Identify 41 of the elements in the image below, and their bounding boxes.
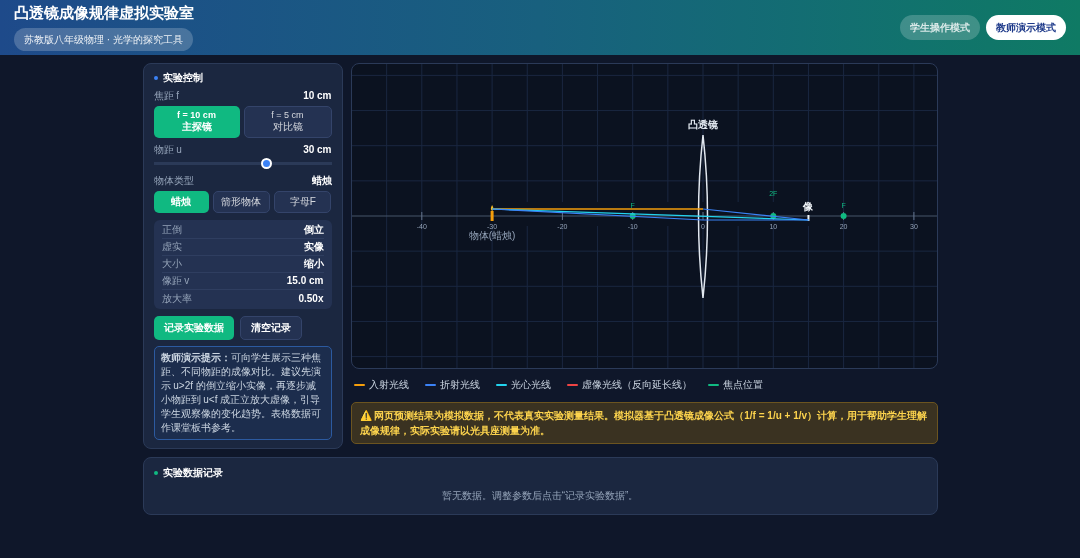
result-label: 放大率 xyxy=(161,292,192,305)
legend-label: 折射光线 xyxy=(439,378,480,392)
result-value: 缩小 xyxy=(303,258,324,270)
focal-value: f = 5 cm xyxy=(271,110,304,121)
legend-label: 光心光线 xyxy=(510,378,551,392)
slider-thumb[interactable] xyxy=(260,158,272,169)
empty-message: 暂无数据。调整参数后点击“记录实验数据”。 xyxy=(441,489,639,503)
result-label: 像距 v xyxy=(161,275,190,287)
teacher-tip: 教师演示提示：可向学生展示三种焦距、不同物距的成像对比。建议先演示 u>2f 的倒立缩小实像，再逐步减小物距到 u<f 成正立放大虚像，引导学生观察像的变化趋势。表格数据可作课堂板书参考。 xyxy=(153,346,332,440)
focal-value: f = 10 cm xyxy=(177,110,216,121)
panel-title: 实验控制 xyxy=(162,72,203,84)
field-value: 30 cm xyxy=(303,144,332,156)
object-type-option[interactable]: 箭形物体 xyxy=(212,191,271,213)
object-type-option[interactable]: 字母F xyxy=(274,191,332,213)
field-value: 10 cm xyxy=(303,90,332,102)
mode-button[interactable]: 教师演示模式 xyxy=(986,15,1066,40)
result-label: 虚实 xyxy=(161,241,182,253)
result-value: 倒立 xyxy=(303,224,324,236)
result-label: 正倒 xyxy=(161,224,182,236)
lens-label: 凸透镜 xyxy=(687,119,718,130)
clear-button[interactable]: 清空记录 xyxy=(239,316,302,340)
field-label: 物体类型 xyxy=(153,175,194,187)
warning-banner: ⚠ 网页预测结果为模拟数据，不代表真实实验测量结果。模拟器基于凸透镜成像公式（1/f = 1/u + 1/v）计算，用于帮助学生理解成像规律，实际实验请以光具座测量为准。 xyxy=(350,402,938,444)
result-value: 0.50x xyxy=(298,292,324,305)
result-value: 15.0 cm xyxy=(286,275,324,287)
field-value: 蜡烛 xyxy=(311,175,332,187)
lens-name: 主探镜 xyxy=(181,121,212,134)
result-label: 大小 xyxy=(161,258,182,270)
field-label: 物距 u xyxy=(153,144,182,156)
image-label: 像 xyxy=(802,201,813,212)
legend-label: 虚像光线（反向延长线） xyxy=(581,378,692,392)
lens-name: 对比镜 xyxy=(272,121,303,134)
field-label: 焦距 f xyxy=(153,90,180,102)
legend-label: 入射光线 xyxy=(368,378,409,392)
object-label: 物体(蜡烛) xyxy=(468,230,515,241)
result-value: 实像 xyxy=(303,241,324,253)
app-title: 凸透镜成像规律虚拟实验室 xyxy=(14,4,194,23)
focal-option[interactable]: f = 5 cm 对比镜 xyxy=(243,106,332,138)
panel-title: 实验数据记录 xyxy=(162,466,223,480)
legend-label: 焦点位置 xyxy=(722,378,763,392)
subtitle-pill: 苏教版八年级物理 · 光学的探究工具 xyxy=(14,27,193,51)
